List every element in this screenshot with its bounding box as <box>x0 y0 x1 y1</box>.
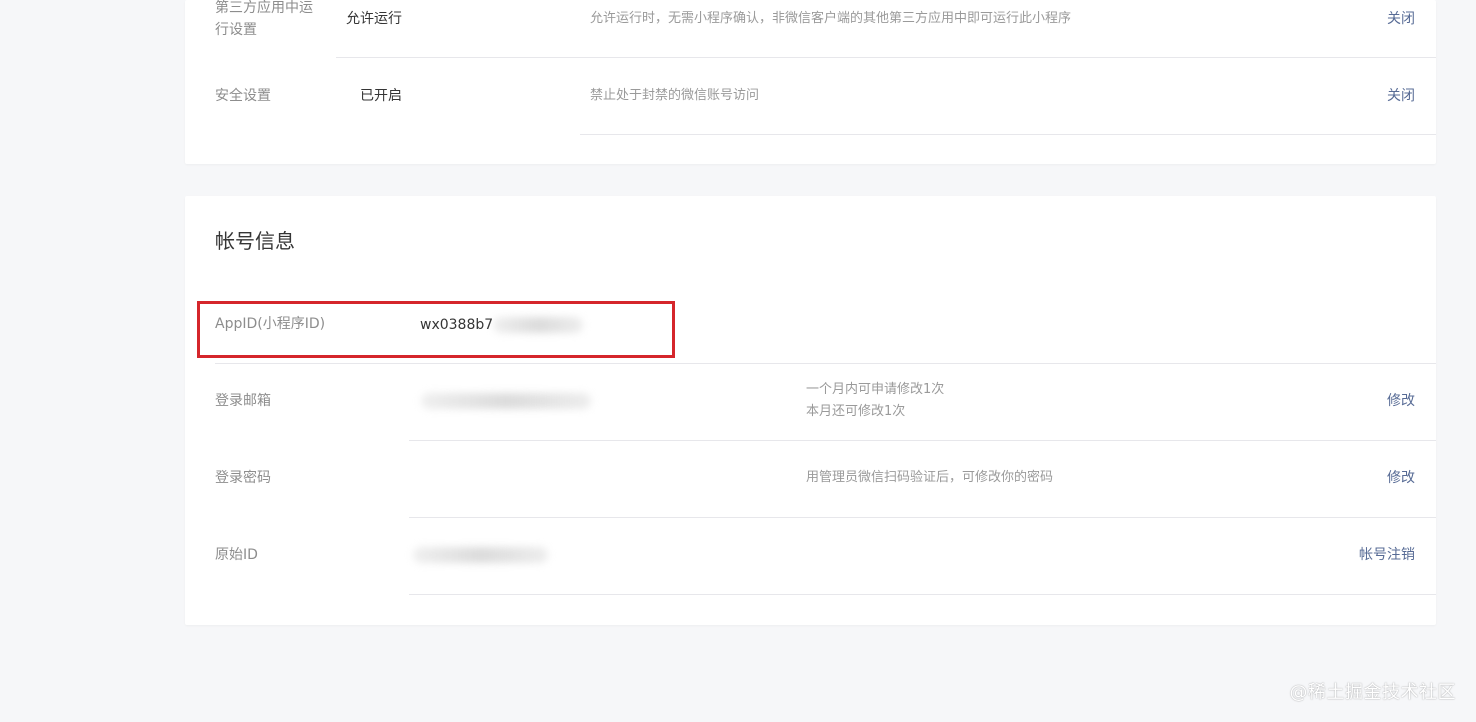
login-email-modify-link[interactable]: 修改 <box>1387 391 1415 411</box>
settings-card: 第三方应用中运 行设置 允许运行 允许运行时，无需小程序确认，非微信客户端的其他… <box>185 0 1436 164</box>
login-email-description-line-2: 本月还可修改1次 <box>806 404 906 419</box>
original-id-row: 原始ID 帐号注销 <box>185 518 1436 594</box>
login-email-description: 一个月内可申请修改1次 本月还可修改1次 <box>806 379 944 423</box>
login-email-redacted <box>421 393 591 409</box>
login-password-label: 登录密码 <box>215 470 271 486</box>
login-password-description: 用管理员微信扫码验证后，可修改你的密码 <box>806 470 1054 485</box>
divider <box>580 134 1436 135</box>
security-setting-close-link[interactable]: 关闭 <box>1387 86 1415 106</box>
account-cancel-link[interactable]: 帐号注销 <box>1359 545 1415 565</box>
security-setting-value: 已开启 <box>360 88 402 104</box>
third-party-run-setting-description: 允许运行时，无需小程序确认，非微信客户端的其他第三方应用中即可运行此小程序 <box>590 11 1072 26</box>
label-line-1: 第三方应用中运 <box>215 0 313 16</box>
appid-redacted <box>493 317 583 333</box>
login-email-row: 登录邮箱 一个月内可申请修改1次 本月还可修改1次 修改 <box>185 364 1436 440</box>
account-info-title: 帐号信息 <box>215 229 295 253</box>
appid-value: wx0388b7 <box>420 317 494 333</box>
third-party-run-setting-value: 允许运行 <box>346 11 402 27</box>
watermark: @稀土掘金技术社区 <box>1289 682 1456 703</box>
login-password-row: 登录密码 用管理员微信扫码验证后，可修改你的密码 修改 <box>185 441 1436 517</box>
login-password-modify-link[interactable]: 修改 <box>1387 468 1415 488</box>
third-party-run-close-link[interactable]: 关闭 <box>1387 9 1415 29</box>
security-setting-label: 安全设置 <box>215 88 271 104</box>
label-line-2: 行设置 <box>215 22 257 38</box>
login-email-description-line-1: 一个月内可申请修改1次 <box>806 382 945 397</box>
security-setting-description: 禁止处于封禁的微信账号访问 <box>590 88 760 103</box>
account-info-card: 帐号信息 AppID(小程序ID) wx0388b7 登录邮箱 一个月内可申请修… <box>185 196 1436 625</box>
login-email-label: 登录邮箱 <box>215 393 271 409</box>
third-party-run-setting-label: 第三方应用中运 行设置 <box>215 0 313 41</box>
original-id-label: 原始ID <box>215 547 258 563</box>
appid-label: AppID(小程序ID) <box>215 316 326 332</box>
original-id-redacted <box>413 547 548 563</box>
appid-row: AppID(小程序ID) wx0388b7 <box>185 306 1436 362</box>
divider <box>409 594 1436 595</box>
security-setting-row: 安全设置 已开启 禁止处于封禁的微信账号访问 关闭 <box>185 58 1436 134</box>
third-party-run-setting-row: 第三方应用中运 行设置 允许运行 允许运行时，无需小程序确认，非微信客户端的其他… <box>185 0 1436 57</box>
